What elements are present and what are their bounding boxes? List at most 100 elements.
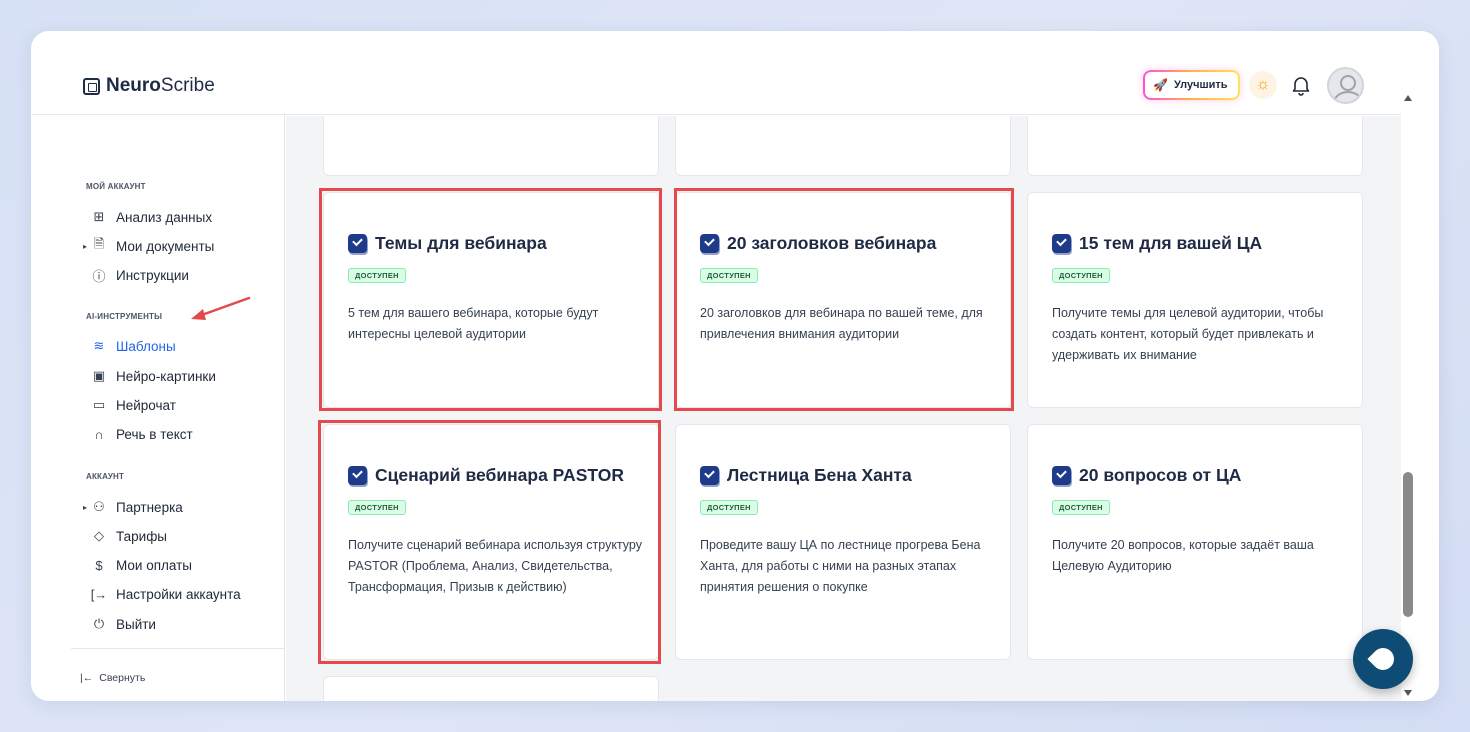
checkbox-icon (700, 466, 719, 485)
user-avatar[interactable] (1327, 67, 1364, 104)
sidebar-item-label: Речь в текст (116, 426, 193, 442)
sidebar-item-label: Мои оплаты (116, 557, 192, 573)
card-title-text: Темы для вебинара (375, 233, 547, 253)
red-arrow-annotation (191, 296, 251, 320)
sidebar-item-label: Мои документы (116, 238, 215, 254)
upgrade-button[interactable]: 🚀 Улучшить (1143, 70, 1240, 100)
sidebar-item-logout[interactable]: ⏻ Выйти (91, 614, 156, 634)
sidebar: МОЙ АККАУНТ ⊞ Анализ данных ▸ 🗎 Мои докуме… (31, 115, 285, 701)
sidebar-item-my-payments[interactable]: $ Мои оплаты (91, 555, 192, 575)
sidebar-item-speech-to-text[interactable]: ∩ Речь в текст (91, 424, 193, 444)
template-card[interactable]: 15 тем для вашей ЦА ДОСТУПЕН Получите те… (1027, 192, 1363, 408)
sidebar-item-my-documents[interactable]: ▸ 🗎 Мои документы (83, 236, 215, 256)
collapse-sidebar-button[interactable]: |← Свернуть (80, 672, 145, 684)
status-badge: ДОСТУПЕН (700, 268, 758, 283)
card-description: Проведите вашу ЦА по лестнице прогрева Б… (700, 538, 981, 594)
sidebar-item-label: Тарифы (116, 528, 168, 544)
sidebar-item-tariffs[interactable]: ◇ Тарифы (91, 526, 167, 546)
checkbox-icon (700, 234, 719, 253)
grid-icon: ⊞ (93, 209, 105, 224)
caret-right-icon: ▸ (83, 241, 88, 251)
template-card-partial[interactable] (675, 116, 1011, 176)
document-icon: 🗎 (93, 236, 105, 251)
card-title: 15 тем для вашей ЦА (1052, 233, 1262, 254)
chat-widget-button[interactable] (1353, 629, 1413, 689)
login-icon: [→ (90, 586, 108, 602)
template-card-partial[interactable] (323, 116, 659, 176)
collapse-label: Свернуть (99, 672, 146, 684)
sidebar-item-neuro-images[interactable]: ▣ Нейро-картинки (91, 366, 216, 386)
help-icon: ⓘ (92, 268, 106, 284)
checkbox-icon (348, 466, 367, 485)
section-label-my-account: МОЙ АККАУНТ (86, 182, 146, 191)
rocket-icon: 🚀 (1153, 78, 1168, 92)
card-description: Получите сценарий вебинара используя стр… (348, 538, 642, 594)
template-card[interactable]: Сценарий вебинара PASTOR ДОСТУПЕН Получи… (323, 424, 659, 660)
sidebar-item-label: Нейро-картинки (116, 368, 216, 384)
sidebar-item-templates[interactable]: ≋ Шаблоны (91, 336, 176, 356)
sidebar-item-label: Шаблоны (116, 338, 176, 354)
card-description: Получите темы для целевой аудитории, что… (1052, 306, 1324, 362)
status-badge: ДОСТУПЕН (700, 500, 758, 515)
sidebar-item-label: Партнерка (116, 499, 183, 515)
sidebar-item-label: Инструкции (116, 267, 189, 283)
card-title: 20 заголовков вебинара (700, 233, 936, 254)
app-window: NeuroScribe 🚀 Улучшить ☼ МОЙ АККАУНТ ⊞ Ан… (31, 31, 1439, 701)
image-icon: ▣ (92, 368, 106, 383)
dollar-icon: $ (95, 557, 103, 573)
scroll-up-arrow-icon[interactable] (1404, 95, 1412, 101)
scrollbar-thumb[interactable] (1403, 472, 1413, 617)
upgrade-label: Улучшить (1173, 79, 1228, 91)
sidebar-divider (71, 648, 285, 649)
brand-logo[interactable]: NeuroScribe (83, 75, 215, 97)
sidebar-item-instructions[interactable]: ⓘ Инструкции (91, 265, 189, 285)
template-card[interactable]: Лестница Бена Ханта ДОСТУПЕН Проведите в… (675, 424, 1011, 660)
status-badge: ДОСТУПЕН (1052, 500, 1110, 515)
scroll-down-arrow-icon[interactable] (1404, 690, 1412, 696)
theme-toggle-sun-icon[interactable]: ☼ (1249, 71, 1277, 99)
sidebar-item-label: Нейрочат (116, 397, 176, 413)
template-card-partial[interactable] (323, 676, 659, 701)
card-title-text: Сценарий вебинара PASTOR (375, 465, 624, 485)
sidebar-item-label: Анализ данных (116, 209, 213, 225)
sidebar-item-neurochat[interactable]: ▭ Нейрочат (91, 395, 176, 415)
brand-name-bold: Neuro (106, 75, 161, 96)
template-card[interactable]: 20 заголовков вебинара ДОСТУПЕН 20 загол… (675, 192, 1011, 408)
template-card-partial[interactable] (1027, 116, 1363, 176)
status-badge: ДОСТУПЕН (348, 268, 406, 283)
sidebar-item-data-analysis[interactable]: ⊞ Анализ данных (91, 207, 213, 227)
card-title: Лестница Бена Ханта (700, 465, 912, 486)
brand-name-light: Scribe (160, 75, 215, 96)
section-label-account: АККАУНТ (86, 472, 125, 481)
layers-icon: ≋ (93, 338, 105, 353)
top-header: NeuroScribe 🚀 Улучшить ☼ (31, 31, 1401, 115)
card-title: Темы для вебинара (348, 233, 547, 254)
card-title-text: 20 вопросов от ЦА (1079, 465, 1242, 485)
headphones-icon: ∩ (94, 426, 104, 442)
sidebar-item-label: Выйти (116, 616, 156, 632)
tag-icon: ◇ (94, 528, 104, 543)
card-description: 5 тем для вашего вебинара, которые будут… (348, 306, 599, 341)
section-label-ai-tools: AI-ИНСТРУМЕНТЫ (86, 312, 163, 321)
power-icon: ⏻ (93, 616, 105, 631)
card-description: Получите 20 вопросов, которые задаёт ваш… (1052, 538, 1314, 573)
sidebar-item-partners[interactable]: ▸ ⚇ Партнерка (83, 497, 183, 517)
sidebar-item-label: Настройки аккаунта (116, 586, 241, 602)
card-title-text: 20 заголовков вебинара (727, 233, 937, 253)
checkbox-icon (1052, 466, 1071, 485)
template-card[interactable]: Темы для вебинара ДОСТУПЕН 5 тем для ваш… (323, 192, 659, 408)
template-card[interactable]: 20 вопросов от ЦА ДОСТУПЕН Получите 20 в… (1027, 424, 1363, 660)
card-title-text: 15 тем для вашей ЦА (1079, 233, 1263, 253)
logo-icon (83, 77, 100, 95)
card-description: 20 заголовков для вебинара по вашей теме… (700, 306, 983, 341)
status-badge: ДОСТУПЕН (348, 500, 406, 515)
users-icon: ⚇ (93, 499, 105, 514)
status-badge: ДОСТУПЕН (1052, 268, 1110, 283)
checkbox-icon (1052, 234, 1071, 253)
card-title: Сценарий вебинара PASTOR (348, 465, 624, 486)
collapse-icon: |← (80, 672, 94, 684)
card-title: 20 вопросов от ЦА (1052, 465, 1241, 486)
sidebar-item-account-settings[interactable]: [→ Настройки аккаунта (91, 584, 241, 604)
bell-icon[interactable] (1289, 73, 1313, 97)
card-title-text: Лестница Бена Ханта (727, 465, 912, 485)
